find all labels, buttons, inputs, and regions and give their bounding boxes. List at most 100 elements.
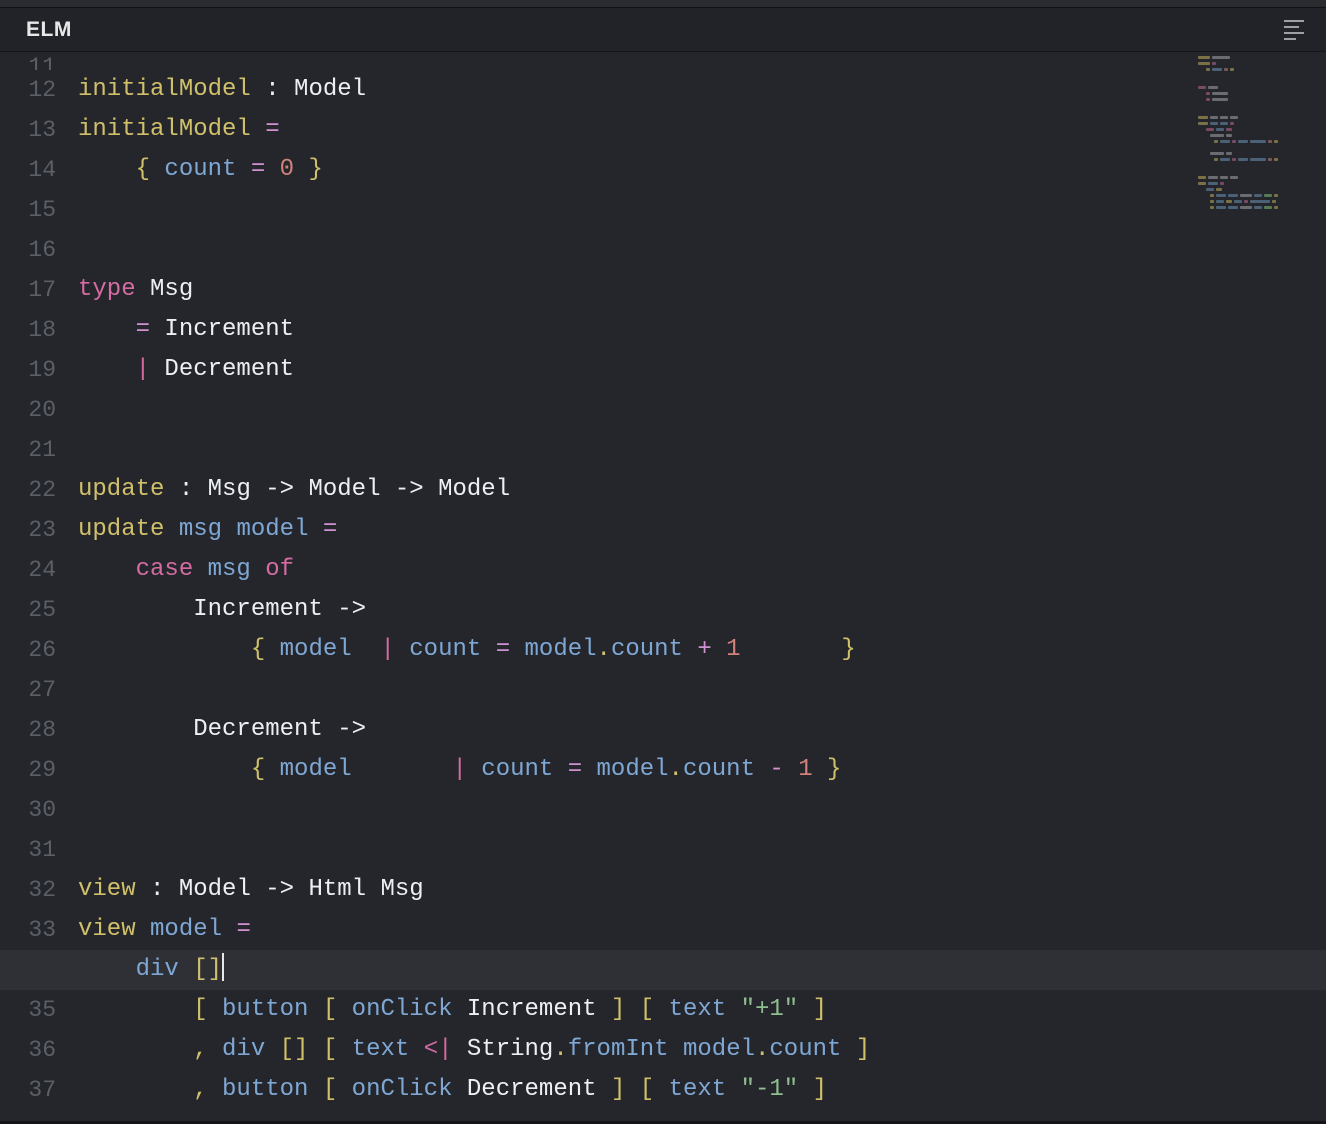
code-token bbox=[222, 516, 236, 543]
line-number: 17 bbox=[0, 270, 66, 310]
code-line[interactable]: update : Msg -> Model -> Model bbox=[78, 470, 1326, 510]
code-token bbox=[222, 916, 236, 943]
code-token: -> bbox=[337, 716, 366, 743]
code-line[interactable]: , div [] [ text <| String.fromInt model.… bbox=[78, 1030, 1326, 1070]
code-token: div bbox=[136, 956, 179, 983]
code-token bbox=[683, 636, 697, 663]
code-token bbox=[78, 716, 193, 743]
code-token: model bbox=[597, 756, 669, 783]
code-token: [ bbox=[640, 1076, 654, 1103]
code-line[interactable]: { model | count = model.count - 1 } bbox=[78, 750, 1326, 790]
line-number: 33 bbox=[0, 910, 66, 950]
line-number: 19 bbox=[0, 350, 66, 390]
code-line[interactable]: initialModel = bbox=[78, 110, 1326, 150]
code-token: "-1" bbox=[741, 1076, 799, 1103]
code-token: of bbox=[265, 556, 294, 583]
code-line[interactable] bbox=[78, 670, 1326, 710]
code-token: -> bbox=[380, 476, 438, 503]
code-token: Decrement bbox=[467, 1076, 597, 1103]
code-line[interactable]: view : Model -> Html Msg bbox=[78, 870, 1326, 910]
code-token: initialModel bbox=[78, 76, 251, 103]
code-token bbox=[78, 756, 251, 783]
line-number: 22 bbox=[0, 470, 66, 510]
code-token: [ bbox=[640, 996, 654, 1023]
code-line[interactable] bbox=[78, 56, 1326, 70]
code-token bbox=[308, 1036, 322, 1063]
code-line[interactable] bbox=[78, 830, 1326, 870]
code-token: 1 bbox=[798, 756, 812, 783]
code-token bbox=[784, 756, 798, 783]
code-line[interactable]: initialModel : Model bbox=[78, 70, 1326, 110]
code-token bbox=[136, 916, 150, 943]
code-line[interactable]: { count = 0 } bbox=[78, 150, 1326, 190]
code-token bbox=[726, 1076, 740, 1103]
line-number: 28 bbox=[0, 710, 66, 750]
code-token bbox=[78, 156, 136, 183]
code-line[interactable]: div [] bbox=[0, 950, 1326, 990]
code-line[interactable] bbox=[78, 230, 1326, 270]
code-token: update bbox=[78, 516, 164, 543]
code-token: Decrement bbox=[164, 356, 294, 383]
code-token: ] bbox=[813, 996, 827, 1023]
code-token bbox=[352, 636, 381, 663]
code-token: model bbox=[150, 916, 222, 943]
code-line[interactable]: Decrement -> bbox=[78, 710, 1326, 750]
code-token: : bbox=[164, 476, 207, 503]
code-token: Model bbox=[308, 476, 380, 503]
code-token: [] bbox=[193, 956, 222, 983]
code-token bbox=[208, 1036, 222, 1063]
code-token bbox=[841, 1036, 855, 1063]
code-line[interactable]: Increment -> bbox=[78, 590, 1326, 630]
code-line[interactable] bbox=[78, 790, 1326, 830]
code-editor[interactable]: 1112131415161718192021222324252627282930… bbox=[0, 52, 1326, 1124]
line-number: 37 bbox=[0, 1070, 66, 1110]
code-area[interactable]: initialModel : ModelinitialModel = { cou… bbox=[78, 56, 1326, 1110]
code-token: model bbox=[236, 516, 308, 543]
code-token bbox=[193, 556, 207, 583]
code-token: 0 bbox=[280, 156, 294, 183]
code-token bbox=[308, 996, 322, 1023]
code-token: text bbox=[669, 1076, 727, 1103]
code-line[interactable]: | Decrement bbox=[78, 350, 1326, 390]
code-line[interactable]: view model = bbox=[78, 910, 1326, 950]
line-number: 21 bbox=[0, 430, 66, 470]
code-token bbox=[251, 116, 265, 143]
code-line[interactable]: { model | count = model.count + 1 } bbox=[78, 630, 1326, 670]
code-token: Msg bbox=[208, 476, 251, 503]
code-token: count bbox=[611, 636, 683, 663]
code-token bbox=[712, 636, 726, 663]
code-token: Decrement bbox=[193, 716, 323, 743]
language-label: ELM bbox=[26, 18, 72, 42]
code-line[interactable] bbox=[78, 390, 1326, 430]
code-token: Model bbox=[179, 876, 251, 903]
code-token bbox=[453, 996, 467, 1023]
code-token: = bbox=[496, 636, 510, 663]
line-number: 31 bbox=[0, 830, 66, 870]
code-line[interactable]: = Increment bbox=[78, 310, 1326, 350]
code-token: case bbox=[136, 556, 194, 583]
code-line[interactable]: [ button [ onClick Increment ] [ text "+… bbox=[78, 990, 1326, 1030]
code-token: -> bbox=[337, 596, 366, 623]
code-token: update bbox=[78, 476, 164, 503]
code-token bbox=[78, 556, 136, 583]
code-line[interactable]: case msg of bbox=[78, 550, 1326, 590]
code-line[interactable] bbox=[78, 190, 1326, 230]
line-number: 16 bbox=[0, 230, 66, 270]
code-token: <| bbox=[424, 1036, 453, 1063]
code-token bbox=[78, 1076, 193, 1103]
code-token: onClick bbox=[352, 996, 453, 1023]
code-token: 1 bbox=[726, 636, 740, 663]
code-token: { bbox=[251, 636, 265, 663]
code-token: + bbox=[697, 636, 711, 663]
code-line[interactable]: type Msg bbox=[78, 270, 1326, 310]
code-token: String bbox=[467, 1036, 553, 1063]
line-number: 35 bbox=[0, 990, 66, 1030]
code-line[interactable]: update msg model = bbox=[78, 510, 1326, 550]
code-token bbox=[553, 756, 567, 783]
line-number: 15 bbox=[0, 190, 66, 230]
code-line[interactable] bbox=[78, 430, 1326, 470]
code-token bbox=[179, 956, 193, 983]
format-icon[interactable] bbox=[1284, 20, 1304, 40]
code-line[interactable]: , button [ onClick Decrement ] [ text "-… bbox=[78, 1070, 1326, 1110]
code-token: { bbox=[136, 156, 150, 183]
